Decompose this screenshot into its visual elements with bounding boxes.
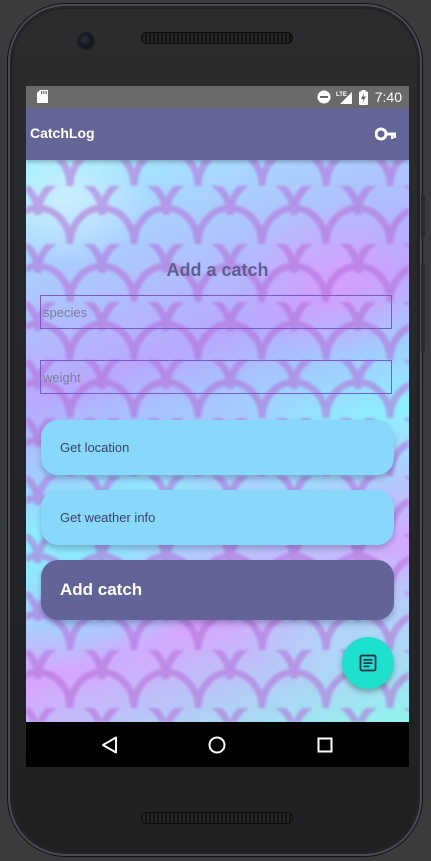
weight-input[interactable] [40,360,392,394]
status-icons: LTE 7:40 [317,86,402,108]
sd-card-icon [37,90,48,103]
form-content: Add a catch Get location Get weather inf… [26,160,409,722]
front-camera [79,34,93,48]
device-screen: LTE 7:40 CatchLog Add a catch species we… [26,86,409,767]
nav-home-button[interactable] [202,730,232,760]
get-weather-button[interactable]: Get weather info [41,490,394,545]
key-icon[interactable] [375,124,397,144]
notes-icon [359,654,377,672]
bottom-speaker [141,812,293,824]
system-nav-bar [26,722,409,767]
clock: 7:40 [374,89,402,105]
recents-icon [317,737,333,753]
signal-icon: LTE [336,91,352,104]
status-bar: LTE 7:40 [26,86,409,108]
do-not-disturb-icon [317,90,331,104]
log-list-fab[interactable] [342,637,394,689]
battery-charging-icon [358,89,368,105]
get-location-button[interactable]: Get location [41,420,394,475]
nav-back-button[interactable] [95,730,125,760]
volume-button [421,194,425,238]
nav-recents-button[interactable] [310,730,340,760]
form-title: Add a catch [166,260,269,280]
species-input[interactable] [40,295,392,329]
earpiece-speaker [141,32,293,44]
add-catch-button[interactable]: Add catch [41,560,394,620]
home-icon [208,736,226,754]
network-type-label: LTE [336,92,347,98]
power-button [421,262,425,352]
app-bar: CatchLog [26,108,409,160]
back-icon [102,736,117,754]
app-title: CatchLog [30,125,95,141]
